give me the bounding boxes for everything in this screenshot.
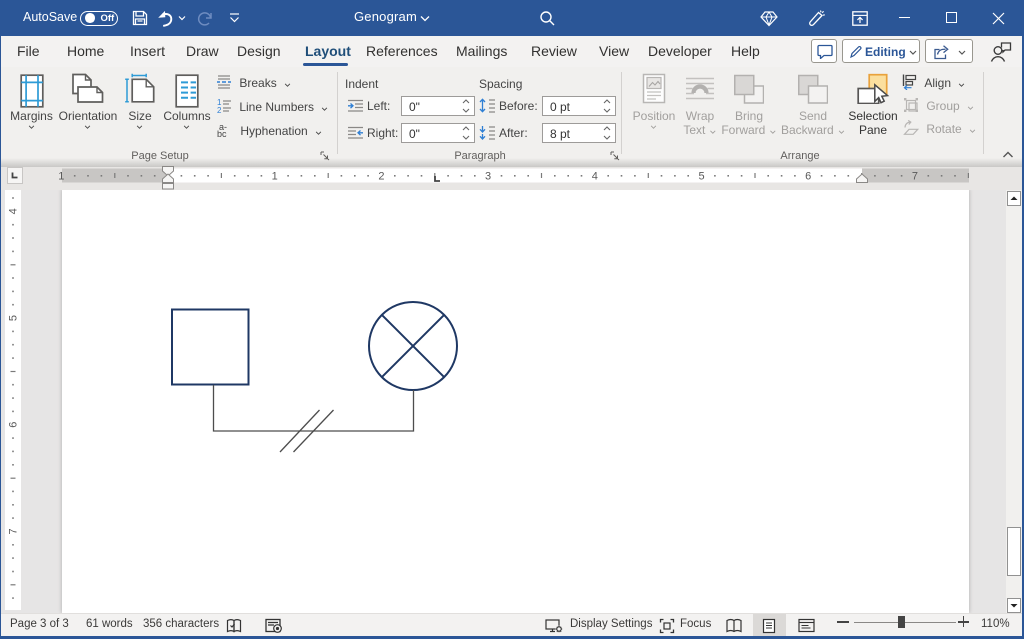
svg-text:7: 7 <box>912 171 918 183</box>
svg-text:3: 3 <box>485 171 491 183</box>
svg-text:6: 6 <box>805 171 811 183</box>
svg-text:5: 5 <box>698 171 704 183</box>
svg-text:2: 2 <box>378 171 384 183</box>
svg-text:1: 1 <box>58 171 64 183</box>
svg-text:bc: bc <box>217 129 227 138</box>
svg-text:4: 4 <box>592 171 598 183</box>
svg-text:2: 2 <box>217 106 222 114</box>
svg-text:1: 1 <box>272 171 278 183</box>
